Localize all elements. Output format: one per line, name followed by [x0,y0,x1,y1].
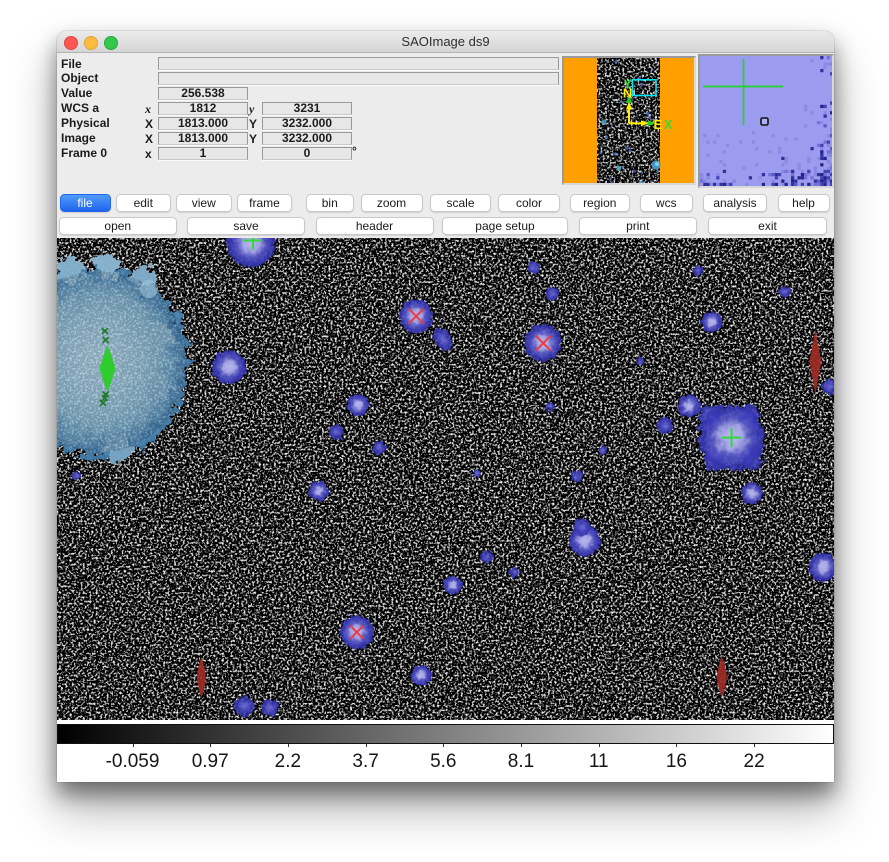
svg-text:E: E [653,117,662,132]
svg-text:X: X [664,117,673,132]
svg-text:N: N [623,86,632,101]
